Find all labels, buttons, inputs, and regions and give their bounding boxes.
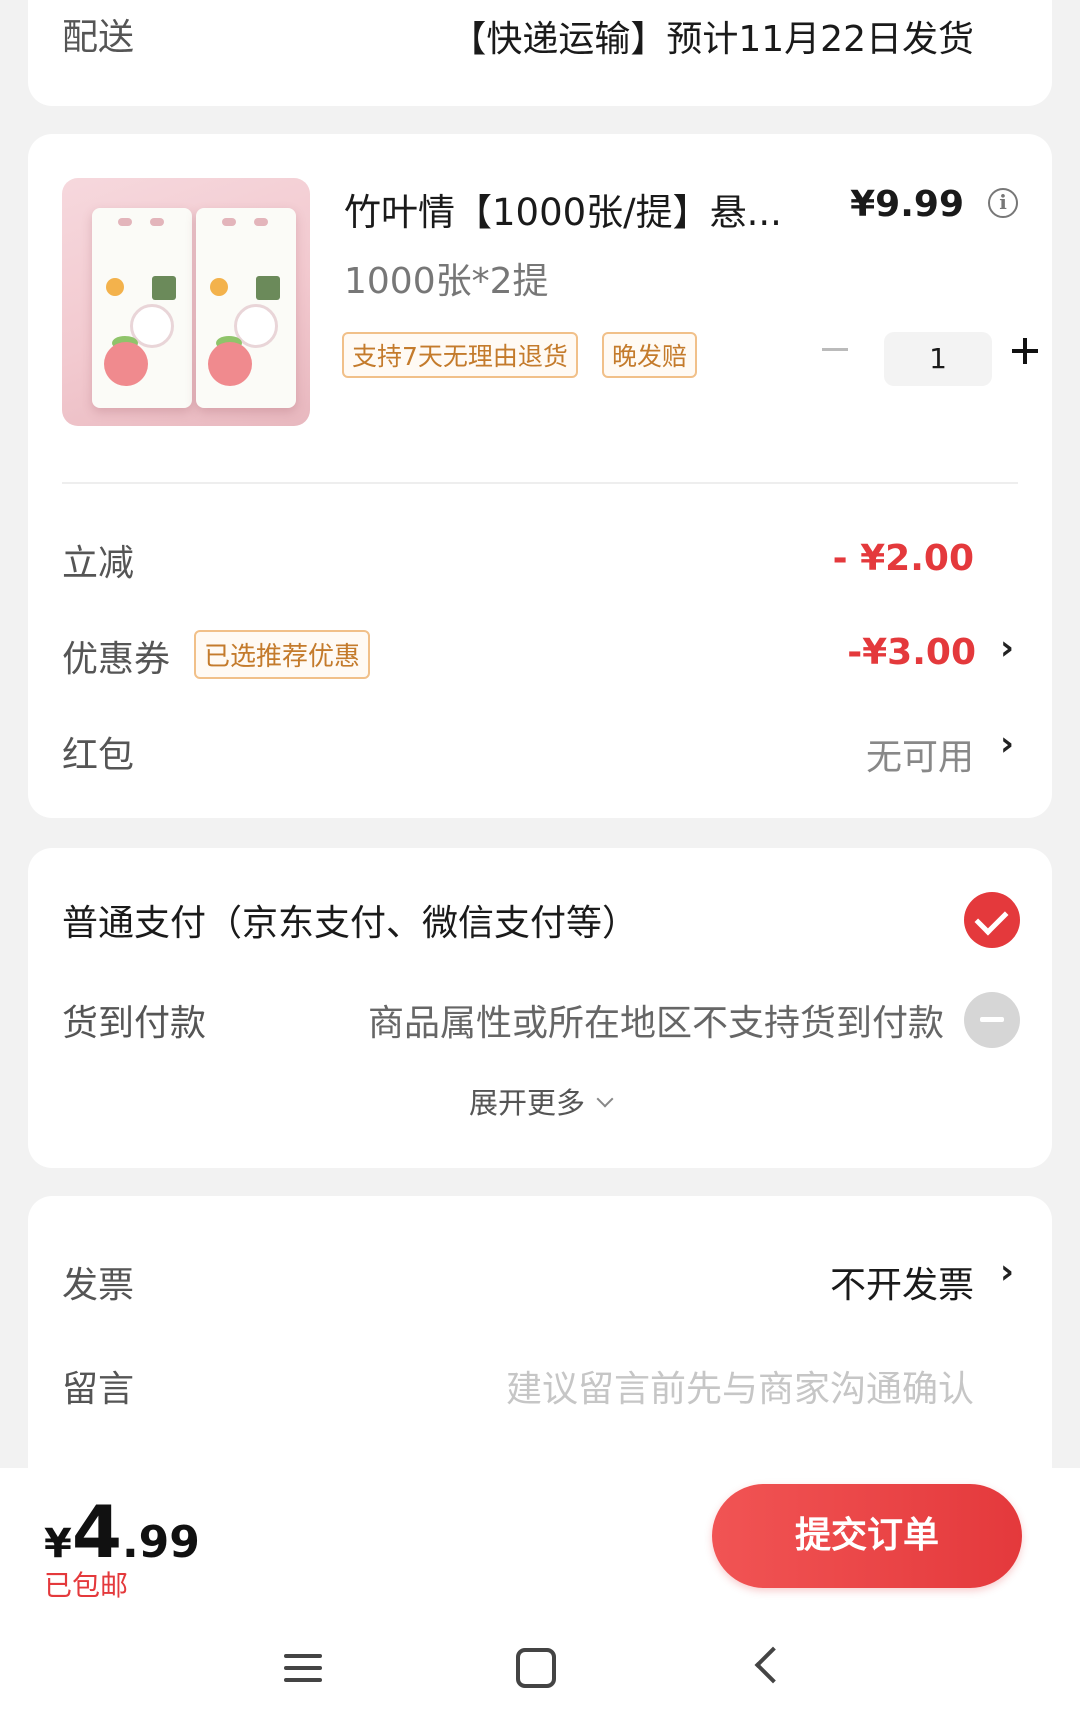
- quantity-decrease-button[interactable]: [804, 322, 864, 376]
- check-circle-icon[interactable]: [964, 892, 1020, 948]
- coupon-badge: 已选推荐优惠: [194, 630, 371, 679]
- product-image[interactable]: [62, 178, 310, 426]
- coupon-label: 优惠券: [62, 639, 171, 680]
- total-price: ¥4.99: [44, 1490, 200, 1574]
- chevron-right-icon[interactable]: ›: [1000, 724, 1014, 764]
- note-label: 留言: [62, 1369, 135, 1410]
- payment-option-normal[interactable]: 普通支付（京东支付、微信支付等）: [62, 894, 638, 946]
- quantity-input[interactable]: 1: [884, 332, 992, 386]
- return-policy-tag: 支持7天无理由退货: [342, 332, 578, 378]
- info-icon[interactable]: i: [988, 188, 1018, 218]
- submit-order-button[interactable]: 提交订单: [712, 1484, 1022, 1588]
- redpacket-label: 红包: [62, 735, 135, 776]
- product-price: ¥9.99: [850, 184, 964, 225]
- redpacket-value[interactable]: 无可用: [866, 728, 974, 780]
- note-input[interactable]: 建议留言前先与商家沟通确认: [506, 1360, 974, 1412]
- cod-unavailable-note: 商品属性或所在地区不支持货到付款: [367, 1003, 944, 1044]
- chevron-right-icon[interactable]: ›: [1000, 1252, 1014, 1292]
- instant-discount-value: - ¥2.00: [832, 538, 974, 579]
- late-shipping-tag: 晚发赔: [602, 332, 698, 378]
- invoice-value[interactable]: 不开发票: [830, 1256, 974, 1308]
- payment-card: 普通支付（京东支付、微信支付等） 货到付款 商品属性或所在地区不支持货到付款 展…: [28, 848, 1052, 1168]
- product-title[interactable]: 竹叶情【1000张/提】悬...: [344, 182, 784, 236]
- free-shipping-note: 已包邮: [44, 1569, 129, 1602]
- system-nav-bar: [0, 1620, 1080, 1733]
- checkout-bar: ¥4.99 已包邮 提交订单: [0, 1468, 1080, 1620]
- delivery-label: 配送: [62, 17, 135, 58]
- back-icon[interactable]: [754, 1646, 792, 1684]
- quantity-increase-button[interactable]: [994, 322, 1054, 376]
- delivery-card: 配送 【快递运输】预计11月22日发货: [28, 0, 1052, 106]
- menu-icon[interactable]: [284, 1650, 324, 1690]
- product-pack-left: [92, 208, 192, 408]
- payment-option-cod: 货到付款: [62, 1003, 207, 1044]
- product-spec: 1000张*2提: [344, 261, 549, 302]
- coupon-value[interactable]: -¥3.00: [847, 632, 976, 673]
- expand-more-label: 展开更多: [468, 1086, 585, 1120]
- chevron-down-icon: [596, 1090, 614, 1108]
- home-icon[interactable]: [516, 1648, 556, 1688]
- chevron-right-icon[interactable]: ›: [1000, 628, 1014, 668]
- total-decimal: .99: [121, 1517, 200, 1568]
- expand-more-button[interactable]: 展开更多: [28, 1080, 1052, 1122]
- invoice-label: 发票: [62, 1265, 135, 1306]
- total-integer: 4: [71, 1490, 122, 1574]
- instant-discount-label: 立减: [62, 543, 135, 584]
- divider: [62, 482, 1018, 484]
- product-pack-right: [196, 208, 296, 408]
- product-card: 竹叶情【1000张/提】悬... ¥9.99 i 1000张*2提 支持7天无理…: [28, 134, 1052, 818]
- currency-symbol: ¥: [44, 1521, 72, 1567]
- delivery-value: 【快递运输】预计11月22日发货: [450, 19, 974, 60]
- disabled-circle-icon: [964, 992, 1020, 1048]
- invoice-card: 发票 不开发票 › 留言 建议留言前先与商家沟通确认: [28, 1196, 1052, 1496]
